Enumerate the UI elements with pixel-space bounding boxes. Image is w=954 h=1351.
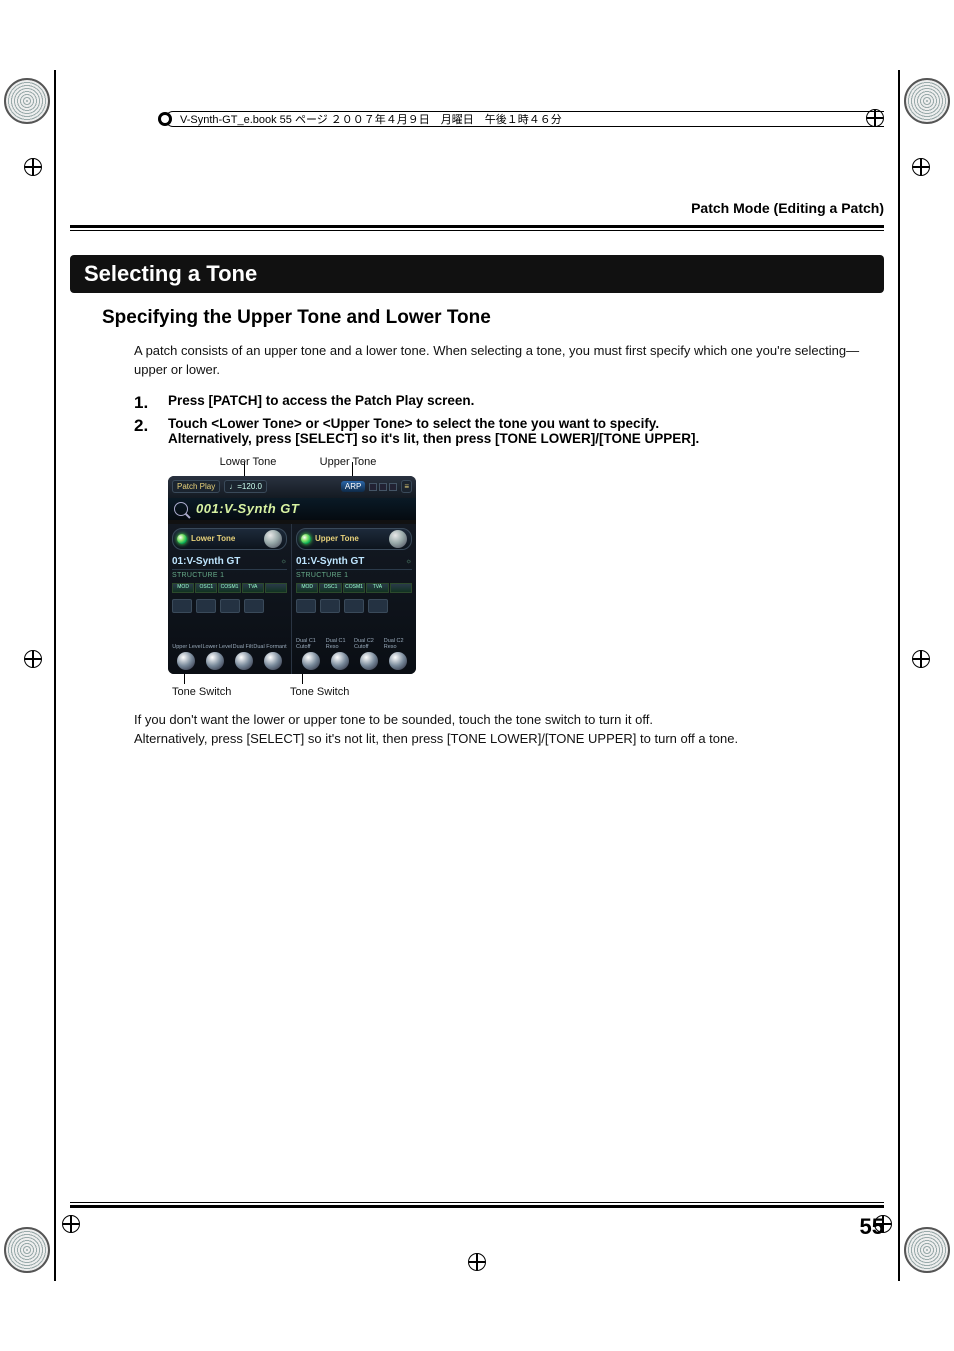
brightness-icon: ☼ xyxy=(281,558,287,565)
structure-label: STRUCTURE 1 xyxy=(172,572,287,579)
panel-icon xyxy=(172,599,192,613)
step-text: Press [PATCH] to access the Patch Play s… xyxy=(168,393,474,408)
figure: Lower Tone Upper Tone Patch Play ♩=120.0… xyxy=(168,456,418,698)
search-icon xyxy=(174,502,188,516)
crop-spiral-icon xyxy=(904,1227,950,1273)
step-item: Touch <Lower Tone> or <Upper Tone> to se… xyxy=(134,416,884,446)
after-figure-paragraph: If you don't want the lower or upper ton… xyxy=(134,711,880,749)
knob-icon xyxy=(235,652,253,670)
knob-icon xyxy=(264,652,282,670)
knob-icon xyxy=(264,530,282,548)
subsection-heading: Specifying the Upper Tone and Lower Tone xyxy=(102,307,884,329)
print-header-bar: V-Synth-GT_e.book 55 ページ ２００７年４月９日 月曜日 午… xyxy=(165,111,884,127)
screen-nav-label: Patch Play xyxy=(172,480,220,493)
figure-label-lower-tone: Lower Tone xyxy=(198,456,298,468)
registration-mark-icon xyxy=(912,158,930,176)
leader-line xyxy=(184,674,185,684)
knob-row xyxy=(172,652,287,670)
panel-icon xyxy=(196,599,216,613)
registration-mark-icon xyxy=(24,650,42,668)
panel-icon xyxy=(344,599,364,613)
screen-patch-title: 001:V-Synth GT xyxy=(196,501,299,516)
knob-icon xyxy=(360,652,378,670)
panel-icon xyxy=(296,599,316,613)
crop-spiral-icon xyxy=(904,78,950,124)
lower-tone-tab-label: Lower Tone xyxy=(191,534,235,543)
menu-icon: ≡ xyxy=(401,480,412,493)
knob-icon xyxy=(302,652,320,670)
chapter-title: Patch Mode (Editing a Patch) xyxy=(691,200,884,216)
figure-label-tone-switch-left: Tone Switch xyxy=(172,686,290,698)
panel-icon xyxy=(368,599,388,613)
upper-tone-tab-label: Upper Tone xyxy=(315,534,359,543)
screen-page-dots xyxy=(369,483,397,491)
arrow-icon xyxy=(265,583,287,593)
step-text: Touch <Lower Tone> or <Upper Tone> to se… xyxy=(168,416,699,446)
section-heading: Selecting a Tone xyxy=(70,255,884,293)
intro-paragraph: A patch consists of an upper tone and a … xyxy=(134,342,880,380)
crop-guide xyxy=(898,70,900,1281)
panel-icon xyxy=(320,599,340,613)
crop-guide xyxy=(54,70,56,1281)
lower-panel-name: 01:V-Synth GT xyxy=(172,556,240,567)
structure-label: STRUCTURE 1 xyxy=(296,572,412,579)
lower-tone-tab: Lower Tone xyxy=(172,528,287,550)
knob-icon xyxy=(331,652,349,670)
print-header-text: V-Synth-GT_e.book 55 ページ ２００７年４月９日 月曜日 午… xyxy=(180,111,562,127)
figure-label-upper-tone: Upper Tone xyxy=(298,456,398,468)
knob-icon xyxy=(177,652,195,670)
figure-label-tone-switch-right: Tone Switch xyxy=(290,686,408,698)
mini-icon-row xyxy=(172,599,287,613)
crop-spiral-icon xyxy=(4,78,50,124)
panel-icon xyxy=(244,599,264,613)
screen-tempo: ♩=120.0 xyxy=(224,480,267,493)
knob-icon xyxy=(206,652,224,670)
page-number: 55 xyxy=(860,1214,884,1240)
registration-mark-icon xyxy=(912,650,930,668)
knob-icon xyxy=(389,530,407,548)
crop-spiral-icon xyxy=(4,1227,50,1273)
knob-icon xyxy=(389,652,407,670)
arrow-icon xyxy=(390,583,412,593)
screenshot-patch-play: Patch Play ♩=120.0 ARP ≡ 001:V-Synth GT … xyxy=(168,476,416,674)
header-rule xyxy=(70,225,884,228)
led-on-icon xyxy=(177,534,187,544)
led-on-icon xyxy=(301,534,311,544)
footer-rule xyxy=(70,1205,884,1208)
signal-chain: MOD OSC1 COSM1 TVA xyxy=(296,583,412,593)
steps-list: Press [PATCH] to access the Patch Play s… xyxy=(134,393,884,446)
brightness-icon: ☼ xyxy=(406,558,412,565)
registration-mark-icon xyxy=(158,112,172,126)
leader-line xyxy=(302,674,303,684)
mini-icon-row xyxy=(296,599,412,613)
knob-row xyxy=(296,652,412,670)
registration-mark-icon xyxy=(24,158,42,176)
registration-mark-icon xyxy=(866,109,884,127)
signal-chain: MOD OSC1 COSM1 TVA xyxy=(172,583,287,593)
upper-tone-tab: Upper Tone xyxy=(296,528,412,550)
panel-icon xyxy=(220,599,240,613)
upper-panel-name: 01:V-Synth GT xyxy=(296,556,364,567)
screen-arp-badge: ARP xyxy=(341,481,365,492)
step-item: Press [PATCH] to access the Patch Play s… xyxy=(134,393,884,408)
